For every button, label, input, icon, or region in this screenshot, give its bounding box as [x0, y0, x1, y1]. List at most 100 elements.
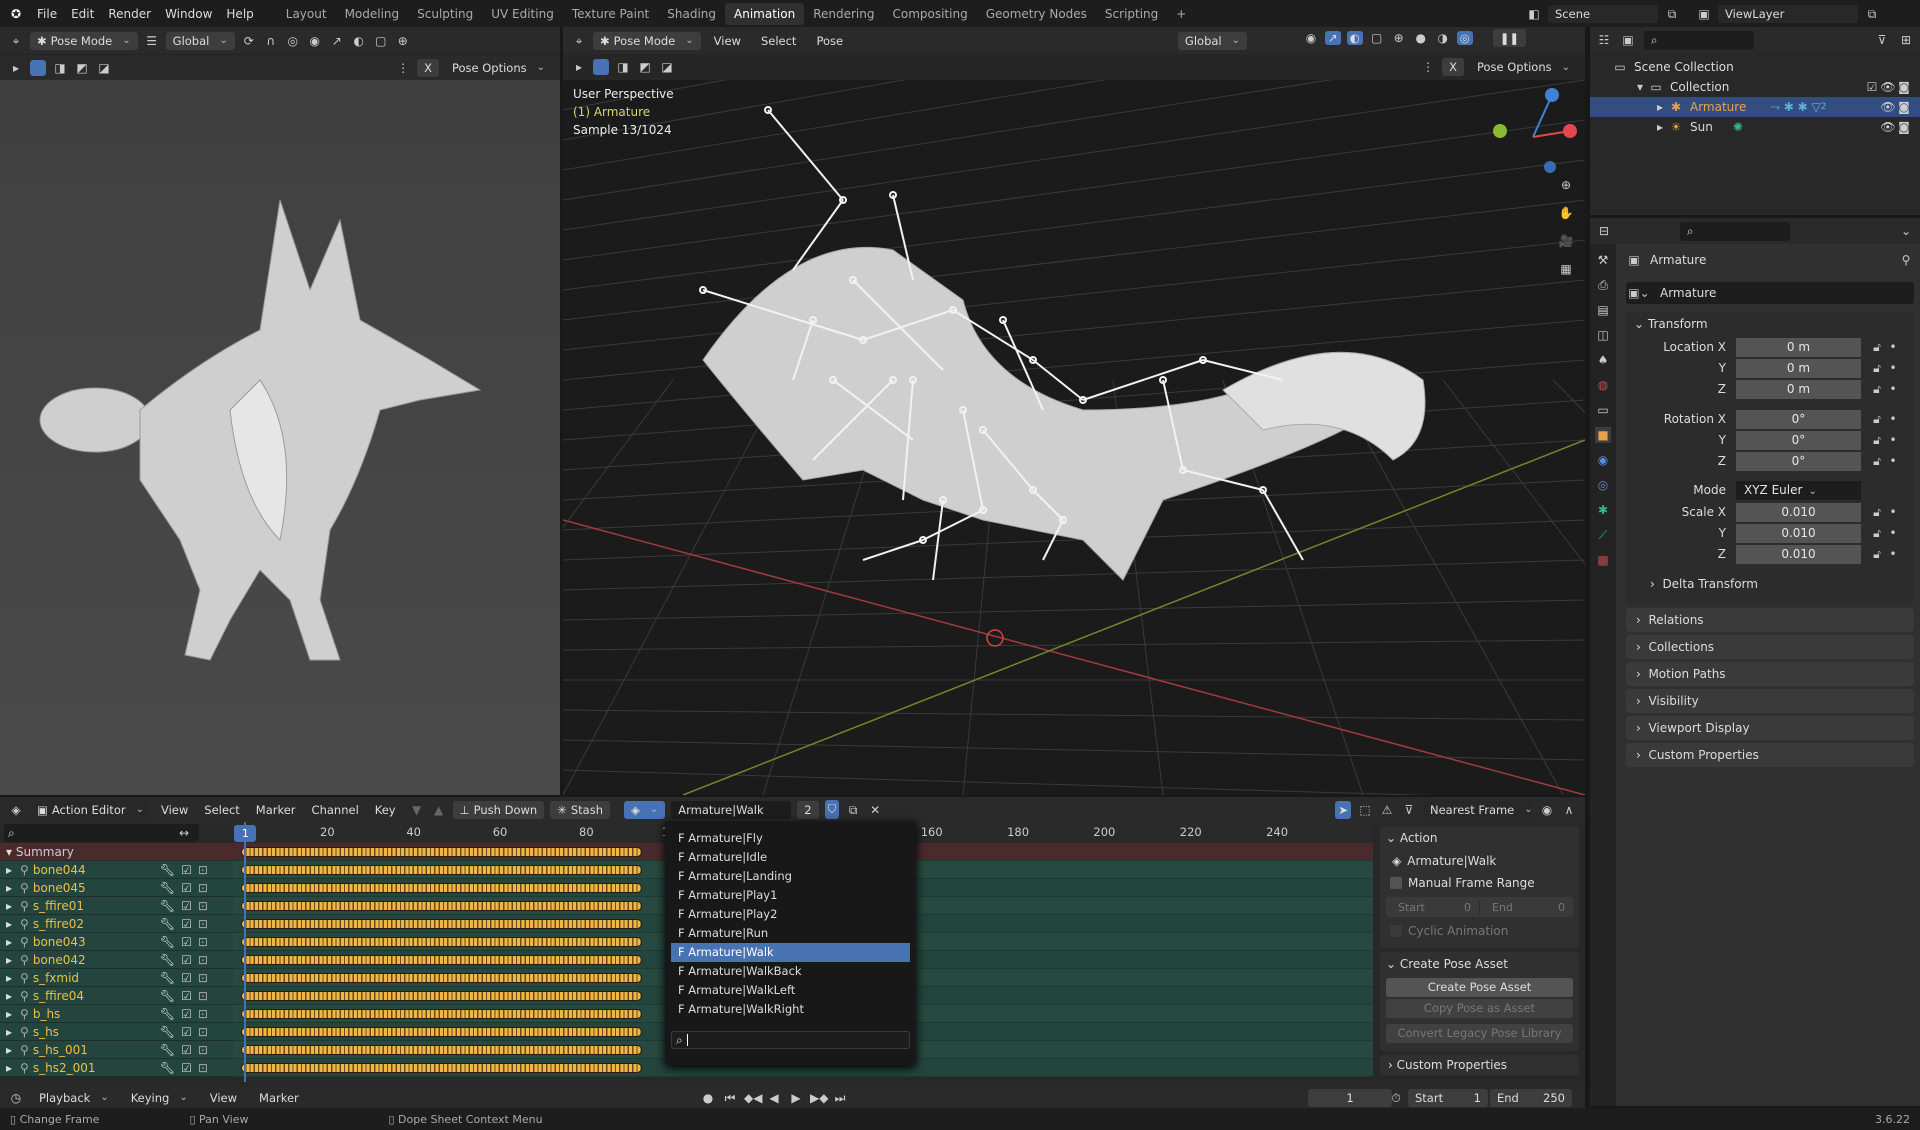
keyframe-dot-icon[interactable]: • — [1885, 504, 1901, 520]
tab-animation[interactable]: Animation — [725, 2, 805, 25]
select-mode-subtract-icon[interactable]: ◩ — [637, 59, 653, 75]
menu-keying[interactable]: Keying — [124, 1089, 195, 1107]
channel-enable-checkbox[interactable]: ☑ — [181, 1007, 192, 1021]
modifier-wrench-icon[interactable]: 🔧︎ — [160, 899, 175, 913]
menu-view[interactable]: View — [154, 801, 195, 819]
tab-layout[interactable]: Layout — [277, 3, 336, 25]
overlay-icon[interactable]: ◐ — [351, 33, 367, 49]
pin-icon[interactable]: ⚲ — [20, 989, 29, 1003]
channel-row[interactable]: ▸ ⚲ s_ffire04 🔧︎ ☑ ⊡ — [0, 987, 233, 1005]
tab-compositing[interactable]: Compositing — [883, 3, 976, 25]
menu-key[interactable]: Key — [368, 801, 403, 819]
expand-arrow-icon[interactable]: ▸ — [6, 953, 12, 967]
channel-row[interactable]: ▸ ⚲ b_hs 🔧︎ ☑ ⊡ — [0, 1005, 233, 1023]
play-reverse-icon[interactable]: ◀ — [766, 1090, 782, 1106]
lock-icon[interactable]: 🔓︎ — [1869, 432, 1885, 448]
keyframe-strip[interactable] — [241, 937, 643, 947]
panel-collections[interactable]: › Collections — [1626, 635, 1914, 659]
playhead[interactable] — [244, 822, 247, 1082]
panel-custom-properties[interactable]: › Custom Properties — [1626, 743, 1914, 767]
keyframe-strip[interactable] — [241, 919, 643, 929]
next-keyframe-icon[interactable]: ▶◆ — [810, 1090, 828, 1106]
menu-render[interactable]: Render — [101, 7, 158, 21]
convert-legacy-pose-library-button[interactable]: Convert Legacy Pose Library — [1386, 1024, 1573, 1043]
mirror-icon[interactable]: ⋮ — [395, 60, 411, 76]
summary-channel[interactable]: ▾ Summary — [0, 843, 233, 861]
channel-enable-checkbox[interactable]: ☑ — [181, 881, 192, 895]
xray-icon[interactable]: ▢ — [373, 33, 389, 49]
chevron-down-icon[interactable]: ⌄ — [1898, 223, 1914, 239]
channel-enable-checkbox[interactable]: ☑ — [181, 971, 192, 985]
gizmo-icon[interactable]: ↗ — [329, 33, 345, 49]
select-mode-subtract-icon[interactable]: ◩ — [74, 60, 90, 76]
visibility-icon[interactable]: ◉ — [1303, 30, 1319, 46]
editor-mode-selector[interactable]: ▣ Action Editor — [30, 800, 148, 819]
menu-help[interactable]: Help — [219, 7, 260, 21]
expand-arrow-icon[interactable]: ▸ — [6, 971, 12, 985]
browse-action-button[interactable]: ◈ — [623, 800, 666, 819]
lock-icon[interactable]: 🔓︎ — [1869, 360, 1885, 376]
zoom-icon[interactable]: ⊕ — [1558, 177, 1574, 193]
pose-options-dropdown[interactable]: Pose Options — [445, 59, 552, 77]
select-mode-new[interactable] — [30, 59, 46, 76]
modifier-wrench-icon[interactable]: 🔧︎ — [160, 935, 175, 949]
channel-enable-checkbox[interactable]: ☑ — [181, 917, 192, 931]
add-workspace-button[interactable]: + — [1167, 3, 1195, 25]
falloff-curve-icon[interactable]: ∧ — [1561, 802, 1577, 818]
new-collection-icon[interactable]: ⊞ — [1898, 32, 1914, 48]
orientation-selector[interactable]: Global — [165, 31, 235, 50]
mirror-x-toggle[interactable]: X — [1442, 58, 1464, 76]
action-list-item[interactable]: F Armature|Walk — [671, 943, 910, 962]
push-down-button[interactable]: ⊥ Push Down — [452, 800, 545, 819]
lock-icon[interactable]: 🔓︎ — [1869, 546, 1885, 562]
mode-selector[interactable]: ✱ Pose Mode — [30, 31, 138, 50]
eye-icon[interactable]: 👁 — [1880, 79, 1896, 95]
menu-select[interactable]: Select — [754, 32, 803, 50]
modifier-wrench-icon[interactable]: 🔧︎ — [160, 1043, 175, 1057]
lock-icon[interactable]: ⊡ — [198, 863, 208, 877]
camera-icon[interactable]: 🎥 — [1558, 233, 1574, 249]
lock-icon[interactable]: ⊡ — [198, 1043, 208, 1057]
snap-mode-dropdown[interactable]: Nearest Frame — [1423, 800, 1533, 819]
expand-arrow-icon[interactable]: ▸ — [6, 935, 12, 949]
pose-options-dropdown[interactable]: Pose Options — [1470, 58, 1577, 76]
lock-icon[interactable]: ⊡ — [198, 881, 208, 895]
pause-render-button[interactable]: ❚❚ — [1492, 29, 1527, 47]
menu-file[interactable]: File — [30, 7, 64, 21]
tool-select-icon[interactable]: ▸ — [571, 59, 587, 75]
channel-enable-checkbox[interactable]: ☑ — [181, 953, 192, 967]
rotation-z-field[interactable]: 0° — [1736, 451, 1861, 471]
channel-row[interactable]: ▸ ⚲ s_ffire01 🔧︎ ☑ ⊡ — [0, 897, 233, 915]
view-layer-icon[interactable]: ▣ — [1696, 6, 1712, 22]
lock-icon[interactable]: ⊡ — [198, 1007, 208, 1021]
copy-icon[interactable]: ⧉ — [1664, 6, 1680, 22]
location-y-field[interactable]: 0 m — [1736, 358, 1861, 378]
stash-button[interactable]: ✳ Stash — [550, 800, 610, 819]
modifier-wrench-icon[interactable]: 🔧︎ — [160, 953, 175, 967]
channel-enable-checkbox[interactable]: ☑ — [181, 1061, 192, 1075]
menu-edit[interactable]: Edit — [64, 7, 101, 21]
pin-icon[interactable]: ⚲ — [20, 881, 29, 895]
tool-select-icon[interactable]: ▸ — [8, 60, 24, 76]
view-layer-tab-icon[interactable]: ◫ — [1595, 327, 1611, 343]
show-hidden-icon[interactable]: ⬚ — [1357, 802, 1373, 818]
channel-enable-checkbox[interactable]: ☑ — [181, 989, 192, 1003]
modifier-wrench-icon[interactable]: 🔧︎ — [160, 1025, 175, 1039]
bone-tab-icon[interactable]: ⟋ — [1595, 527, 1611, 543]
start-frame-field[interactable]: Start 1 — [1408, 1088, 1488, 1107]
armature-data-tab-icon[interactable]: ✱ — [1595, 502, 1611, 518]
pivot-icon[interactable]: ⟳ — [241, 33, 257, 49]
end-frame-field[interactable]: End 250 — [1490, 1088, 1572, 1107]
timeline-editor-icon[interactable]: ◷ — [8, 1090, 24, 1106]
mode-selector[interactable]: ✱ Pose Mode — [593, 31, 701, 50]
delta-transform-subpanel[interactable]: › Delta Transform — [1626, 572, 1914, 596]
menu-select[interactable]: Select — [197, 801, 246, 819]
keyframe-dot-icon[interactable]: • — [1885, 546, 1901, 562]
menu-icon[interactable]: ☰ — [144, 33, 160, 49]
keyframe-strip[interactable] — [241, 883, 643, 893]
properties-search[interactable]: ⌕ — [1680, 221, 1790, 241]
lock-icon[interactable]: ⊡ — [198, 953, 208, 967]
outliner-item-armature[interactable]: ▸ ✱ Armature ⤳ ✱ ✱ ▽ 2 👁 ◙ — [1590, 97, 1920, 117]
object-name-field[interactable]: Armature — [1652, 286, 1716, 300]
current-frame-indicator[interactable]: 1 — [234, 825, 257, 842]
